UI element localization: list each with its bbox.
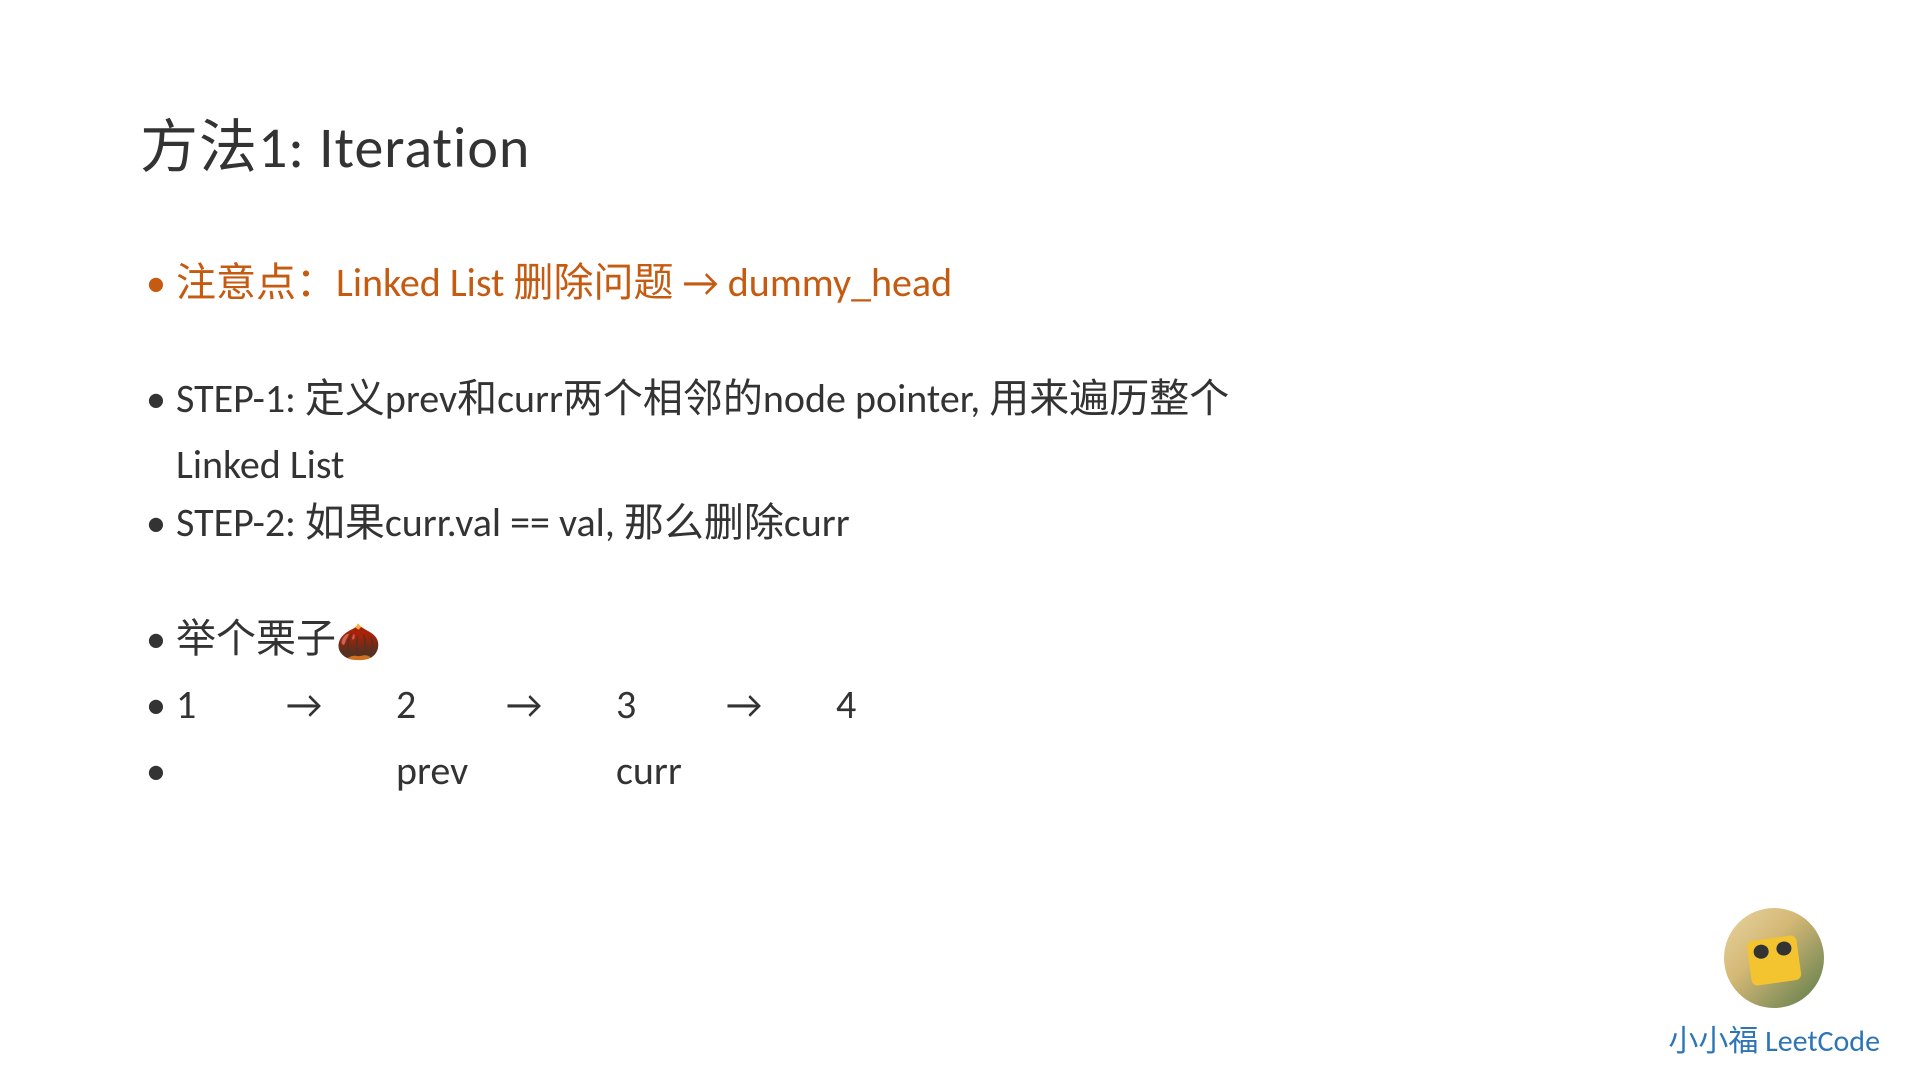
slide-title: 方法1: Iteration <box>140 100 1780 184</box>
bullet-step1: STEP-1: 定义prev和curr两个相邻的node pointer, 用来… <box>140 370 1780 428</box>
node-1: 1 <box>176 676 286 734</box>
arrow-2: → <box>506 676 616 734</box>
arrow-1: → <box>286 676 396 734</box>
prev-label: prev <box>396 742 616 800</box>
node-4: 4 <box>836 676 946 734</box>
avatar-graphic <box>1746 935 1802 987</box>
bullet-example: 举个栗子🌰 <box>140 610 1780 668</box>
spacer <box>140 560 1780 610</box>
label-spacer <box>176 742 396 800</box>
pointer-label-row: prev curr <box>176 742 1780 800</box>
bullet-list-example: 举个栗子🌰 1 → 2 → 3 → 4 prev curr <box>140 610 1780 800</box>
footer: 小小福 LeetCode <box>1668 908 1880 1060</box>
bullet-linked-list: 1 → 2 → 3 → 4 <box>140 676 1780 734</box>
bullet-list: 注意点：Linked List 删除问题 → dummy_head <box>140 254 1780 312</box>
footer-author: 小小福 LeetCode <box>1668 1016 1880 1060</box>
bullet-pointer-labels: prev curr <box>140 742 1780 800</box>
bullet-step2: STEP-2: 如果curr.val == val, 那么删除curr <box>140 494 1780 552</box>
arrow-3: → <box>726 676 836 734</box>
chestnut-icon: 🌰 <box>336 624 381 660</box>
avatar <box>1724 908 1824 1008</box>
linked-list-row: 1 → 2 → 3 → 4 <box>176 676 1780 734</box>
bullet-highlight-note: 注意点：Linked List 删除问题 → dummy_head <box>140 254 1780 312</box>
node-3: 3 <box>616 676 726 734</box>
node-2: 2 <box>396 676 506 734</box>
bullet-list-steps: STEP-1: 定义prev和curr两个相邻的node pointer, 用来… <box>140 370 1780 428</box>
bullet-list-step2: STEP-2: 如果curr.val == val, 那么删除curr <box>140 494 1780 552</box>
example-text: 举个栗子 <box>176 614 336 663</box>
spacer <box>140 320 1780 370</box>
bullet-step1-cont: Linked List <box>140 436 1780 494</box>
curr-label: curr <box>616 742 836 800</box>
slide-container: 方法1: Iteration 注意点：Linked List 删除问题 → du… <box>0 0 1920 800</box>
